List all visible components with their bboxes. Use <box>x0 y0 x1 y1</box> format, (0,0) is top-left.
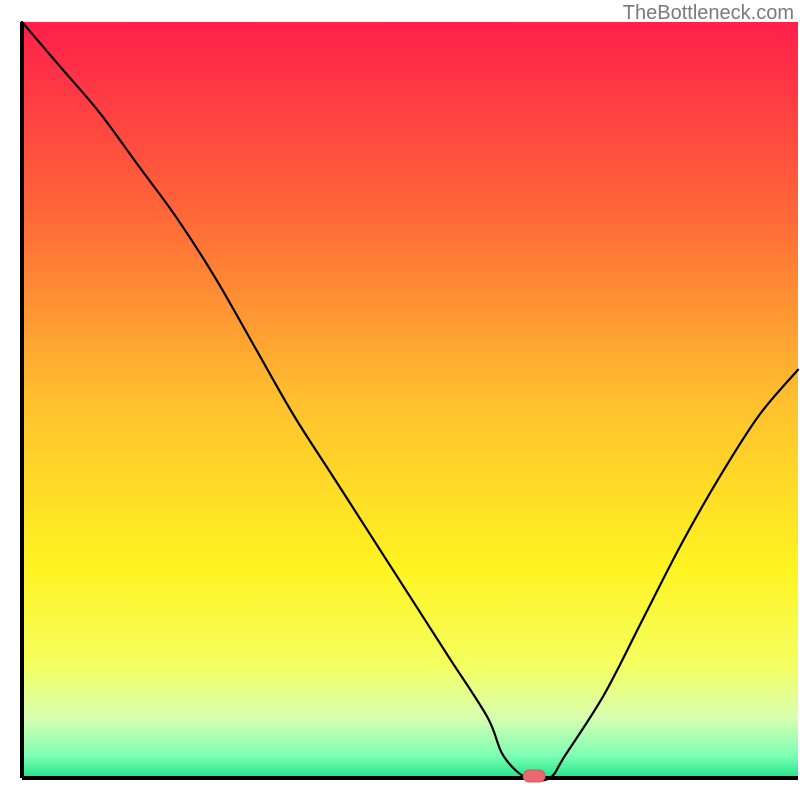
chart-svg <box>0 0 800 800</box>
bottleneck-chart: TheBottleneck.com <box>0 0 800 800</box>
gradient-background <box>22 22 798 778</box>
optimal-marker <box>523 770 545 782</box>
plot-area <box>22 22 798 782</box>
